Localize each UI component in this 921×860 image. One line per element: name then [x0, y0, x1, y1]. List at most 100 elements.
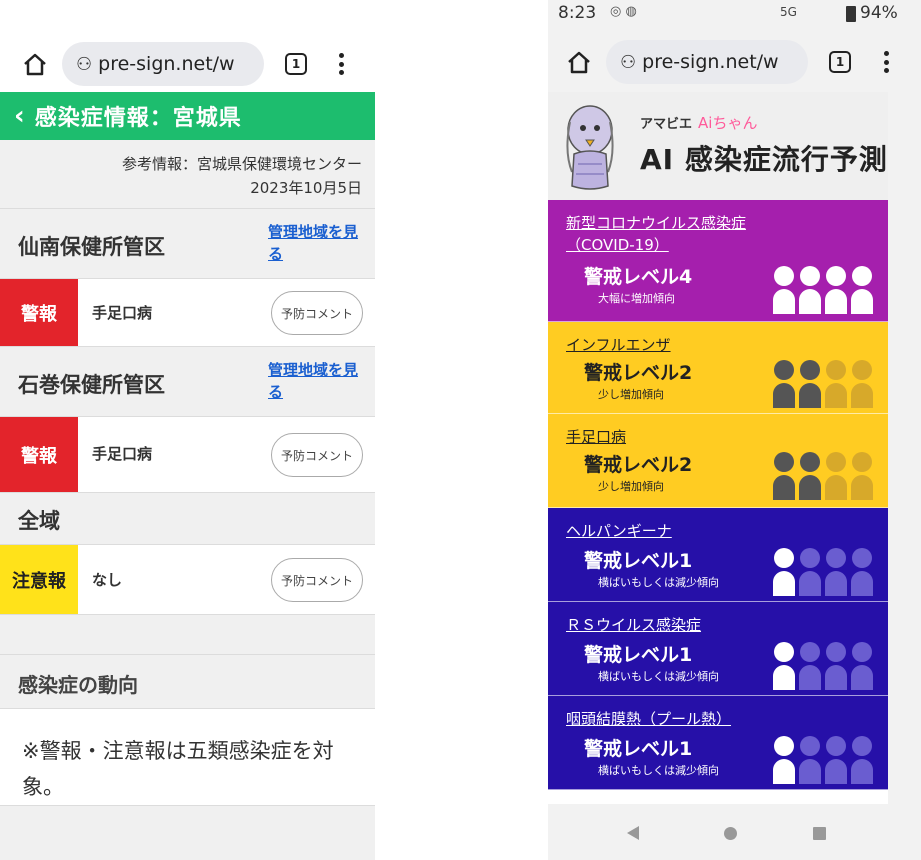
alert-level-label: 警戒レベル1	[584, 644, 693, 666]
amabie-mascot-icon	[566, 105, 614, 190]
district-name: 全域	[18, 509, 60, 533]
note-text: ※警報・注意報は五類感染症を対象。	[0, 708, 375, 806]
person-icon	[824, 736, 848, 784]
person-icon	[798, 642, 822, 690]
level-people-icons	[772, 642, 876, 690]
forecast-card[interactable]: インフルエンザ警戒レベル2 少し増加傾向	[548, 322, 888, 414]
left-phone-screen: ⚇ pre-sign.net/w 1 ‹ 感染症情報：宮城県 参考情報：宮城県保…	[0, 0, 375, 860]
trend-heading: 感染症の動向	[18, 673, 138, 697]
forecast-card[interactable]: ＲＳウイルス感染症警戒レベル1 横ばいもしくは減少傾向	[548, 602, 888, 696]
alert-level-label: 警戒レベル2	[584, 362, 693, 384]
view-area-link[interactable]: 管理地域を見る	[268, 221, 358, 265]
more-menu-icon[interactable]	[883, 51, 889, 73]
battery-icon	[846, 6, 856, 22]
back-chevron-icon[interactable]: ‹	[14, 103, 25, 129]
url-text: pre-sign.net/w	[642, 51, 779, 73]
status-bar: 8:23 ◎ ◍ 5G 94%	[548, 0, 921, 30]
person-icon	[798, 360, 822, 408]
address-bar[interactable]: ⚇ pre-sign.net/w	[606, 40, 808, 84]
trend-label: 少し増加傾向	[598, 388, 664, 401]
ai-name: Aiちゃん	[698, 114, 758, 132]
notification-icons: ◎ ◍	[610, 4, 637, 19]
forecast-card[interactable]: 咽頭結膜熱（プール熱） 警戒レベル1 横ばいもしくは減少傾向	[548, 696, 888, 790]
alert-row: 警報 手足口病 予防コメント	[0, 278, 375, 347]
disease-name-link[interactable]: 咽頭結膜熱（プール熱）	[566, 708, 806, 730]
app-header: アマビエ Aiちゃん AI 感染症流行予測	[548, 92, 888, 200]
alert-level-label: 警戒レベル2	[584, 454, 693, 476]
person-icon	[850, 266, 874, 314]
level-people-icons	[772, 736, 876, 784]
trend-label: 横ばいもしくは減少傾向	[598, 576, 719, 589]
alert-level-label: 警戒レベル4	[584, 266, 693, 288]
prevention-comment-button[interactable]: 予防コメント	[271, 291, 363, 335]
source-info: 参考情報：宮城県保健環境センター 2023年10月5日	[0, 140, 375, 208]
level-people-icons	[772, 266, 876, 314]
battery-level: 94%	[860, 3, 898, 23]
source-label: 参考情報：宮城県保健環境センター	[121, 155, 362, 173]
district-header-sennan: 仙南保健所管区 管理地域を見る	[0, 208, 375, 278]
alert-level-label: 警戒レベル1	[584, 550, 693, 572]
district-header-all: 全域	[0, 492, 375, 544]
person-icon	[772, 736, 796, 784]
person-icon	[798, 452, 822, 500]
mascot-label: アマビエ Aiちゃん	[640, 112, 757, 133]
trend-label: 横ばいもしくは減少傾向	[598, 764, 719, 777]
source-date: 2023年10月5日	[250, 179, 362, 197]
person-icon	[824, 548, 848, 596]
nav-recents-icon[interactable]	[813, 827, 826, 840]
bottom-area	[0, 806, 375, 860]
person-icon	[798, 736, 822, 784]
forecast-card[interactable]: 新型コロナウイルス感染症（COVID-19） 警戒レベル4 大幅に増加傾向	[548, 200, 888, 322]
alert-disease: 手足口病	[92, 445, 153, 463]
mascot-name: アマビエ	[640, 117, 693, 132]
nav-home-icon[interactable]	[724, 827, 737, 840]
browser-toolbar: ⚇ pre-sign.net/w 1	[0, 36, 375, 92]
alert-level-label: 警戒レベル1	[584, 738, 693, 760]
district-name: 石巻保健所管区	[18, 373, 165, 397]
tab-switcher-button[interactable]: 1	[829, 51, 851, 73]
advisory-level-badge: 注意報	[0, 545, 78, 615]
home-icon[interactable]	[22, 51, 48, 77]
view-area-link[interactable]: 管理地域を見る	[268, 359, 358, 403]
person-icon	[772, 452, 796, 500]
level-people-icons	[772, 360, 876, 408]
site-settings-icon[interactable]: ⚇	[76, 54, 92, 75]
more-menu-icon[interactable]	[338, 53, 344, 75]
home-icon[interactable]	[566, 49, 592, 75]
alert-disease: 手足口病	[92, 304, 153, 322]
disease-name-link[interactable]: ヘルパンギーナ	[566, 520, 806, 542]
nav-back-icon[interactable]	[627, 826, 639, 840]
forecast-card[interactable]: ヘルパンギーナ警戒レベル1 横ばいもしくは減少傾向	[548, 508, 888, 602]
person-icon	[850, 736, 874, 784]
person-icon	[824, 266, 848, 314]
disease-name-link[interactable]: 新型コロナウイルス感染症（COVID-19）	[566, 212, 786, 256]
page-title: 感染症情報：宮城県	[34, 106, 242, 131]
tab-switcher-button[interactable]: 1	[285, 53, 307, 75]
browser-toolbar: ⚇ pre-sign.net/w 1	[548, 34, 921, 90]
app-title: AI 感染症流行予測	[640, 143, 888, 176]
site-settings-icon[interactable]: ⚇	[620, 52, 636, 73]
person-icon	[850, 360, 874, 408]
person-icon	[772, 548, 796, 596]
disease-name-link[interactable]: ＲＳウイルス感染症	[566, 614, 806, 636]
person-icon	[850, 642, 874, 690]
person-icon	[824, 452, 848, 500]
forecast-card[interactable]: 手足口病警戒レベル2 少し増加傾向	[548, 414, 888, 508]
person-icon	[850, 548, 874, 596]
disease-name-link[interactable]: インフルエンザ	[566, 334, 806, 356]
prevention-comment-button[interactable]: 予防コメント	[271, 558, 363, 602]
district-header-ishinomaki: 石巻保健所管区 管理地域を見る	[0, 346, 375, 416]
prevention-comment-button[interactable]: 予防コメント	[271, 433, 363, 477]
trend-label: 大幅に増加傾向	[598, 292, 675, 305]
person-icon	[798, 548, 822, 596]
network-indicator: 5G	[780, 5, 797, 19]
alert-level-badge: 警報	[0, 279, 78, 347]
person-icon	[772, 642, 796, 690]
trend-label: 少し増加傾向	[598, 480, 664, 493]
person-icon	[772, 360, 796, 408]
alert-level-badge: 警報	[0, 417, 78, 493]
trend-label: 横ばいもしくは減少傾向	[598, 670, 719, 683]
disease-name-link[interactable]: 手足口病	[566, 426, 806, 448]
alert-row: 注意報 なし 予防コメント	[0, 544, 375, 615]
address-bar[interactable]: ⚇ pre-sign.net/w	[62, 42, 264, 86]
